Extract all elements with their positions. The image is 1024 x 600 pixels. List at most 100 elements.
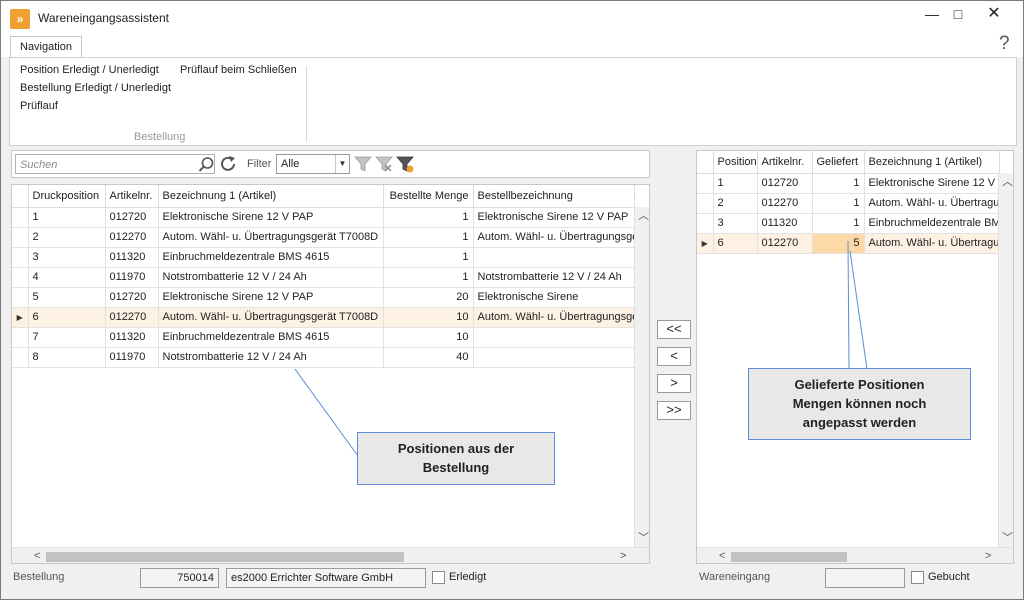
print-position-cell[interactable]: 3 bbox=[28, 247, 106, 268]
scroll-up-icon[interactable]: ︿ bbox=[638, 209, 649, 223]
ordered-quantity-cell[interactable]: 10 bbox=[383, 307, 474, 328]
check-run-button[interactable]: Prüflauf bbox=[20, 100, 58, 112]
delivered-quantity-cell[interactable]: 1 bbox=[812, 213, 865, 234]
article-description-cell[interactable]: Autom. Wähl- u. Übertragungsgerät T7008D bbox=[158, 307, 384, 328]
scroll-left-icon[interactable]: < bbox=[34, 549, 40, 563]
print-position-cell[interactable]: 1 bbox=[28, 207, 106, 228]
position-cell[interactable]: 6 bbox=[713, 233, 758, 254]
table-row[interactable]: 4 011970 Notstrombatterie 12 V / 24 Ah 1 Not… bbox=[12, 267, 635, 288]
filter-clear-icon[interactable] bbox=[375, 155, 393, 173]
column-header[interactable]: Bezeichnung 1 (Artikel) bbox=[864, 151, 1000, 174]
article-description-cell[interactable]: Autom. Wähl- u. Übertragungsgerät T7008D bbox=[864, 233, 1000, 254]
done-checkbox[interactable] bbox=[432, 571, 445, 584]
move-all-left-button[interactable]: << bbox=[657, 320, 691, 339]
table-row[interactable]: 10127201Elektronische Sirene 12 V PAP bbox=[697, 173, 1000, 194]
delivered-quantity-cell[interactable]: 1 bbox=[812, 173, 865, 194]
ordered-quantity-cell[interactable]: 1 bbox=[383, 207, 474, 228]
filter-icon[interactable] bbox=[354, 155, 372, 173]
order-description-cell[interactable] bbox=[473, 327, 635, 348]
article-number-cell[interactable]: 012270 bbox=[757, 193, 813, 214]
filter-dropdown[interactable]: Alle ▼ bbox=[276, 154, 350, 174]
column-header[interactable]: Artikelnr. bbox=[105, 185, 159, 208]
delivered-quantity-cell[interactable]: 5 bbox=[812, 233, 865, 254]
position-cell[interactable]: 1 bbox=[713, 173, 758, 194]
vertical-scrollbar[interactable]: ︿ ﹀ bbox=[998, 173, 1013, 547]
article-number-cell[interactable]: 012270 bbox=[105, 227, 159, 248]
maximize-button[interactable]: □ bbox=[943, 4, 973, 26]
search-icon[interactable] bbox=[197, 156, 215, 173]
delivered-quantity-cell[interactable]: 1 bbox=[812, 193, 865, 214]
article-description-cell[interactable]: Einbruchmeldezentrale BMS 4615 bbox=[158, 327, 384, 348]
order-done-toggle-button[interactable]: Bestellung Erledigt / Unerledigt bbox=[20, 82, 171, 94]
table-row[interactable]: ▶60122705Autom. Wähl- u. Übertragungsger… bbox=[697, 233, 1000, 254]
column-header[interactable]: Bestellte Menge bbox=[383, 185, 474, 208]
order-description-cell[interactable]: Autom. Wähl- u. Übertragungsgerät bbox=[473, 307, 635, 328]
table-row[interactable]: 7 011320 Einbruchmeldezentrale BMS 4615 10 bbox=[12, 327, 635, 348]
scroll-right-icon[interactable]: > bbox=[620, 549, 626, 563]
table-row[interactable]: ▶ 6 012270 Autom. Wähl- u. Übertragungsgerä… bbox=[12, 307, 635, 328]
article-number-cell[interactable]: 012720 bbox=[105, 287, 159, 308]
print-position-cell[interactable]: 4 bbox=[28, 267, 106, 288]
scroll-down-icon[interactable]: ﹀ bbox=[1002, 531, 1013, 545]
column-header[interactable]: Bezeichnung 1 (Artikel) bbox=[158, 185, 384, 208]
move-left-button[interactable]: < bbox=[657, 347, 691, 366]
article-number-cell[interactable]: 012720 bbox=[105, 207, 159, 228]
order-description-cell[interactable]: Notstrombatterie 12 V / 24 Ah bbox=[473, 267, 635, 288]
position-done-toggle-button[interactable]: Position Erledigt / Unerledigt bbox=[20, 64, 159, 76]
check-on-close-button[interactable]: Prüflauf beim Schließen bbox=[180, 64, 297, 76]
article-description-cell[interactable]: Autom. Wähl- u. Übertragungsgerät T7008D bbox=[158, 227, 384, 248]
horizontal-scrollbar[interactable]: < > bbox=[12, 547, 649, 563]
article-description-cell[interactable]: Elektronische Sirene 12 V PAP bbox=[158, 207, 384, 228]
order-description-cell[interactable]: Elektronische Sirene bbox=[473, 287, 635, 308]
table-row[interactable]: 30113201Einbruchmeldezentrale BMS 4615 bbox=[697, 213, 1000, 234]
print-position-cell[interactable]: 7 bbox=[28, 327, 106, 348]
booked-checkbox[interactable] bbox=[911, 571, 924, 584]
article-number-cell[interactable]: 012270 bbox=[757, 233, 813, 254]
article-description-cell[interactable]: Elektronische Sirene 12 V PAP bbox=[864, 173, 1000, 194]
filter-edit-icon[interactable] bbox=[396, 155, 414, 173]
ordered-quantity-cell[interactable]: 1 bbox=[383, 267, 474, 288]
order-description-cell[interactable] bbox=[473, 347, 635, 368]
order-description-cell[interactable] bbox=[473, 247, 635, 268]
article-description-cell[interactable]: Notstrombatterie 12 V / 24 Ah bbox=[158, 267, 384, 288]
scroll-down-icon[interactable]: ﹀ bbox=[638, 531, 649, 545]
order-description-cell[interactable]: Autom. Wähl- u. Übertragungsgerät bbox=[473, 227, 635, 248]
table-row[interactable]: 1 012720 Elektronische Sirene 12 V PAP 1 Ele… bbox=[12, 207, 635, 228]
article-description-cell[interactable]: Notstrombatterie 12 V / 24 Ah bbox=[158, 347, 384, 368]
table-row[interactable]: 5 012720 Elektronische Sirene 12 V PAP 20 El… bbox=[12, 287, 635, 308]
column-header[interactable]: Position bbox=[713, 151, 758, 174]
article-number-cell[interactable]: 011970 bbox=[105, 267, 159, 288]
table-row[interactable]: 8 011970 Notstrombatterie 12 V / 24 Ah 40 bbox=[12, 347, 635, 368]
column-header[interactable]: Geliefert bbox=[812, 151, 865, 174]
column-header[interactable]: Artikelnr. bbox=[757, 151, 813, 174]
table-row[interactable]: 2 012270 Autom. Wähl- u. Übertragungsgerät… bbox=[12, 227, 635, 248]
article-number-cell[interactable]: 011320 bbox=[105, 327, 159, 348]
move-all-right-button[interactable]: >> bbox=[657, 401, 691, 420]
scroll-right-icon[interactable]: > bbox=[985, 549, 991, 563]
print-position-cell[interactable]: 5 bbox=[28, 287, 106, 308]
article-description-cell[interactable]: Einbruchmeldezentrale BMS 4615 bbox=[158, 247, 384, 268]
ordered-quantity-cell[interactable]: 1 bbox=[383, 227, 474, 248]
article-number-cell[interactable]: 011320 bbox=[105, 247, 159, 268]
move-right-button[interactable]: > bbox=[657, 374, 691, 393]
position-cell[interactable]: 3 bbox=[713, 213, 758, 234]
tab-navigation[interactable]: Navigation bbox=[10, 36, 82, 58]
ordered-quantity-cell[interactable]: 20 bbox=[383, 287, 474, 308]
table-row[interactable]: 3 011320 Einbruchmeldezentrale BMS 4615 1 bbox=[12, 247, 635, 268]
ordered-quantity-cell[interactable]: 40 bbox=[383, 347, 474, 368]
table-row[interactable]: 20122701Autom. Wähl- u. Übertragungsgerä… bbox=[697, 193, 1000, 214]
column-header[interactable]: Bestellbezeichnung bbox=[473, 185, 635, 208]
article-description-cell[interactable]: Einbruchmeldezentrale BMS 4615 bbox=[864, 213, 1000, 234]
help-icon[interactable]: ? bbox=[999, 33, 1010, 55]
vertical-scrollbar[interactable]: ︿ ﹀ bbox=[634, 207, 649, 547]
article-description-cell[interactable]: Elektronische Sirene 12 V PAP bbox=[158, 287, 384, 308]
print-position-cell[interactable]: 8 bbox=[28, 347, 106, 368]
article-description-cell[interactable]: Autom. Wähl- u. Übertragungsgerät T7008D bbox=[864, 193, 1000, 214]
position-cell[interactable]: 2 bbox=[713, 193, 758, 214]
scrollbar-thumb[interactable] bbox=[46, 552, 404, 562]
article-number-cell[interactable]: 012270 bbox=[105, 307, 159, 328]
scrollbar-thumb[interactable] bbox=[731, 552, 847, 562]
refresh-icon[interactable] bbox=[218, 154, 238, 174]
scroll-left-icon[interactable]: < bbox=[719, 549, 725, 563]
ordered-quantity-cell[interactable]: 10 bbox=[383, 327, 474, 348]
